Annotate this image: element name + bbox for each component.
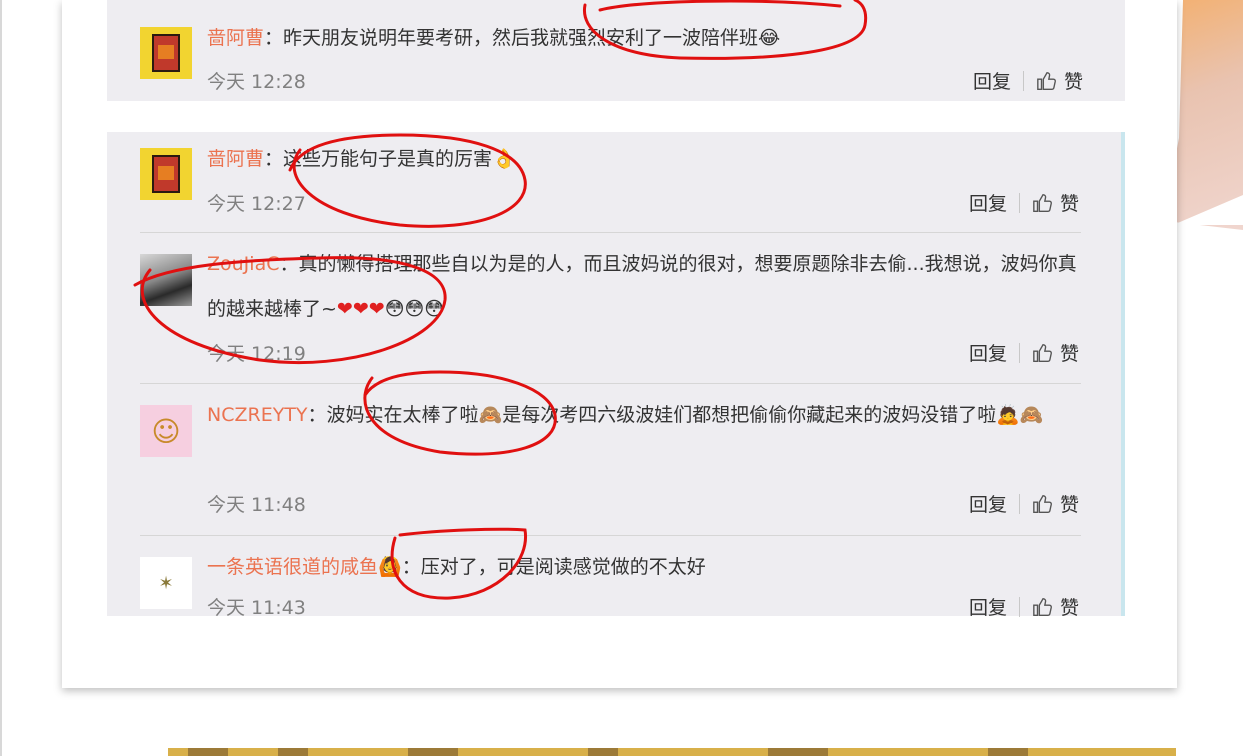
- comment-body: 这些万能句子是真的厉害: [283, 148, 493, 170]
- monkey-emoji-icon: 🙈: [478, 404, 503, 426]
- reply-button[interactable]: 回复: [969, 490, 1007, 517]
- monkey-emoji-icon: 🙈: [1019, 404, 1044, 426]
- comment-username[interactable]: 啬阿曹: [207, 27, 264, 49]
- cartoon-avatar-icon[interactable]: ☺: [140, 405, 192, 457]
- comment-actions: 回复 赞: [969, 189, 1079, 216]
- comment-time: 今天 12:19: [207, 343, 306, 365]
- like-label: 赞: [1059, 597, 1079, 619]
- comment-actions: 回复 赞: [969, 339, 1079, 366]
- comment-panel-top: 啬阿曹：昨天朋友说明年要考研，然后我就强烈安利了一波陪伴班😂 今天 12:28 …: [107, 0, 1125, 101]
- comment-text: 啬阿曹：昨天朋友说明年要考研，然后我就强烈安利了一波陪伴班😂: [207, 27, 781, 49]
- like-button[interactable]: 赞: [1032, 189, 1079, 216]
- action-divider: [1018, 192, 1020, 213]
- action-divider: [1018, 596, 1020, 617]
- comment-panel-thread: 啬阿曹：这些万能句子是真的厉害👌 今天 12:27 回复 赞 ZouJiaC：真…: [107, 132, 1125, 619]
- fish-avatar-icon[interactable]: ✶: [140, 557, 192, 609]
- like-label: 赞: [1059, 193, 1079, 215]
- reply-button[interactable]: 回复: [969, 593, 1007, 620]
- like-button[interactable]: 赞: [1032, 593, 1079, 620]
- bowing-emoji-icon: 🙇: [996, 404, 1020, 426]
- reply-button[interactable]: 回复: [969, 189, 1007, 216]
- comment-username[interactable]: 啬阿曹: [207, 148, 264, 170]
- comment-time: 今天 12:28: [207, 71, 306, 93]
- book-avatar-icon[interactable]: [140, 148, 192, 200]
- flushed-face-emoji-icon: 😳😳😳: [384, 298, 445, 320]
- book-avatar-icon[interactable]: [140, 27, 192, 79]
- comment-text: 一条英语很道的咸鱼🙆：压对了，可是阅读感觉做的不太好: [207, 556, 706, 578]
- like-label: 赞: [1059, 343, 1079, 365]
- laughing-emoji-icon: 😂: [758, 27, 781, 49]
- action-divider: [1022, 70, 1024, 91]
- comment-actions: 回复 赞: [969, 593, 1079, 620]
- ok-hand-emoji-icon: 👌: [492, 148, 516, 170]
- comment-divider: [140, 232, 1081, 233]
- comment-username[interactable]: NCZREYTY: [207, 404, 308, 426]
- like-label: 赞: [1063, 71, 1083, 93]
- like-label: 赞: [1059, 494, 1079, 516]
- action-divider: [1018, 342, 1020, 363]
- action-divider: [1018, 493, 1020, 514]
- comment-time: 今天 11:43: [207, 597, 306, 619]
- reply-button[interactable]: 回复: [969, 339, 1007, 366]
- comment-divider: [140, 535, 1081, 536]
- girl-photo-avatar-icon[interactable]: [140, 254, 192, 306]
- thumbs-up-icon: [1033, 343, 1052, 362]
- thumbs-up-icon: [1033, 597, 1052, 616]
- like-button[interactable]: 赞: [1036, 67, 1083, 94]
- comment-time: 今天 11:48: [207, 494, 306, 516]
- thumbs-up-icon: [1033, 193, 1052, 212]
- user-badge-emoji-icon: 🙆: [378, 556, 402, 578]
- comment-text: ZouJiaC：真的懒得搭理那些自以为是的人，而且波妈说的很对，想要原题除非去偷…: [207, 253, 1077, 320]
- bottom-image-strip: [168, 748, 1176, 756]
- heart-emoji-icon: ❤❤❤: [336, 298, 385, 320]
- comment-username[interactable]: ZouJiaC: [207, 253, 279, 275]
- window-left-edge: [0, 0, 2, 756]
- comment-body: 昨天朋友说明年要考研，然后我就强烈安利了一波陪伴班: [283, 27, 759, 49]
- comment-text: NCZREYTY：波妈实在太棒了啦🙈是每次考四六级波娃们都想把偷偷你藏起来的波妈…: [207, 404, 1044, 426]
- comment-body-continued: 是每次考四六级波娃们都想把偷偷你藏起来的波妈没错了啦: [502, 404, 997, 426]
- thumbs-up-icon: [1033, 494, 1052, 513]
- reply-button[interactable]: 回复: [973, 67, 1011, 94]
- comment-actions: 回复 赞: [969, 490, 1079, 517]
- thumbs-up-icon: [1037, 71, 1056, 90]
- comment-username[interactable]: 一条英语很道的咸鱼: [207, 556, 378, 578]
- like-button[interactable]: 赞: [1032, 490, 1079, 517]
- comment-time: 今天 12:27: [207, 193, 306, 215]
- comment-body: 压对了，可是阅读感觉做的不太好: [420, 556, 706, 578]
- comment-body: 波妈实在太棒了啦: [326, 404, 479, 426]
- comment-actions: 回复 赞: [973, 67, 1083, 94]
- like-button[interactable]: 赞: [1032, 339, 1079, 366]
- comment-divider: [140, 383, 1081, 384]
- comment-text: 啬阿曹：这些万能句子是真的厉害👌: [207, 148, 516, 170]
